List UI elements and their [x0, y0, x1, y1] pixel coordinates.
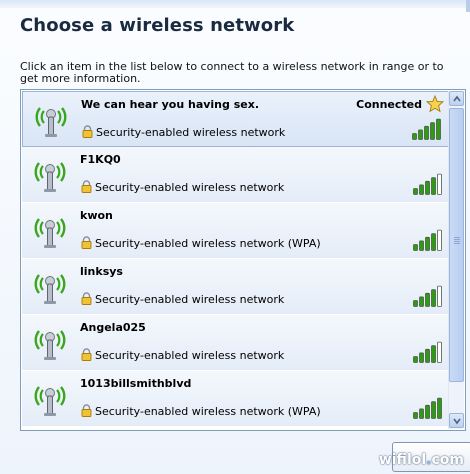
network-name: Angela025 — [80, 321, 146, 334]
page-title: Choose a wireless network — [20, 15, 295, 36]
network-row[interactable]: linksys Security-enabled wireless network — [22, 259, 449, 315]
signal-strength-icon — [412, 118, 441, 140]
network-row[interactable]: kwon Security-enabled wireless network (W… — [22, 203, 449, 259]
vertical-scrollbar[interactable] — [448, 91, 464, 429]
wireless-antenna-icon — [34, 274, 66, 304]
network-name: linksys — [80, 265, 123, 278]
network-row[interactable]: 1013billsmithblvd Security-enabled wirele… — [22, 371, 449, 427]
signal-bar — [425, 292, 430, 307]
signal-bar — [413, 244, 418, 251]
signal-bar — [413, 412, 418, 419]
signal-bar — [437, 229, 442, 251]
padlock-icon — [81, 404, 92, 417]
signal-bar — [419, 408, 424, 419]
signal-strength-icon — [413, 397, 442, 419]
security-type: Security-enabled wireless network (WPA) — [95, 237, 321, 250]
signal-bar — [436, 118, 441, 140]
network-row[interactable]: We can hear you having sex. Connected Secu… — [22, 91, 449, 147]
network-list[interactable]: We can hear you having sex. Connected Secu… — [20, 89, 466, 431]
signal-bar — [412, 133, 417, 140]
scroll-down-button[interactable] — [449, 413, 464, 428]
network-name: 1013billsmithblvd — [80, 377, 192, 390]
signal-bar — [430, 122, 435, 140]
padlock-icon — [82, 125, 93, 138]
signal-strength-icon — [413, 229, 442, 251]
signal-bar — [413, 356, 418, 363]
padlock-icon — [81, 292, 92, 305]
window-frame-edge — [466, 0, 470, 12]
signal-bar — [419, 296, 424, 307]
security-type: Security-enabled wireless network — [96, 126, 286, 139]
signal-bar — [419, 240, 424, 251]
signal-strength-icon — [413, 173, 442, 195]
security-type: Security-enabled wireless network (WPA) — [95, 405, 321, 418]
signal-bar — [413, 300, 418, 307]
padlock-icon — [81, 236, 92, 249]
signal-bar — [437, 397, 442, 419]
scroll-up-button[interactable] — [449, 91, 464, 106]
site-watermark: wifilol.com — [378, 452, 464, 468]
network-name: kwon — [80, 209, 113, 222]
chevron-up-icon — [453, 95, 461, 102]
padlock-icon — [81, 180, 92, 193]
title-bar-edge — [0, 0, 470, 8]
signal-bar — [431, 401, 436, 419]
star-icon — [426, 95, 444, 113]
signal-bar — [437, 341, 442, 363]
network-row[interactable]: F1KQ0 Security-enabled wireless network — [22, 147, 449, 203]
signal-bar — [431, 345, 436, 363]
signal-bar — [425, 348, 430, 363]
signal-bar — [413, 188, 418, 195]
signal-bar — [425, 404, 430, 419]
wireless-antenna-icon — [34, 386, 66, 416]
network-name: F1KQ0 — [80, 153, 121, 166]
padlock-icon — [81, 348, 92, 361]
wireless-antenna-icon — [34, 218, 66, 248]
signal-strength-icon — [413, 341, 442, 363]
signal-bar — [425, 236, 430, 251]
network-list-rows: We can hear you having sex. Connected Secu… — [22, 91, 449, 427]
connection-status: Connected — [356, 98, 422, 111]
signal-bar — [419, 184, 424, 195]
wireless-antenna-icon — [35, 107, 67, 137]
security-type: Security-enabled wireless network — [95, 181, 285, 194]
signal-bar — [425, 180, 430, 195]
signal-bar — [437, 173, 442, 195]
security-type: Security-enabled wireless network — [95, 293, 285, 306]
network-name: We can hear you having sex. — [81, 98, 260, 111]
wireless-antenna-icon — [34, 330, 66, 360]
network-row[interactable]: Angela025 Security-enabled wireless netwo… — [22, 315, 449, 371]
scroll-thumb[interactable] — [449, 108, 464, 382]
signal-bar — [418, 129, 423, 140]
signal-bar — [431, 233, 436, 251]
security-type: Security-enabled wireless network — [95, 349, 285, 362]
wireless-antenna-icon — [34, 162, 66, 192]
signal-bar — [431, 289, 436, 307]
signal-bar — [424, 125, 429, 140]
instructions-text: Click an item in the list below to conne… — [20, 60, 444, 85]
signal-strength-icon — [413, 285, 442, 307]
scroll-grip — [454, 237, 460, 245]
signal-bar — [437, 285, 442, 307]
signal-bar — [431, 177, 436, 195]
signal-bar — [419, 352, 424, 363]
chevron-down-icon — [453, 418, 461, 425]
wireless-network-window: Choose a wireless network Click an item … — [0, 0, 470, 474]
